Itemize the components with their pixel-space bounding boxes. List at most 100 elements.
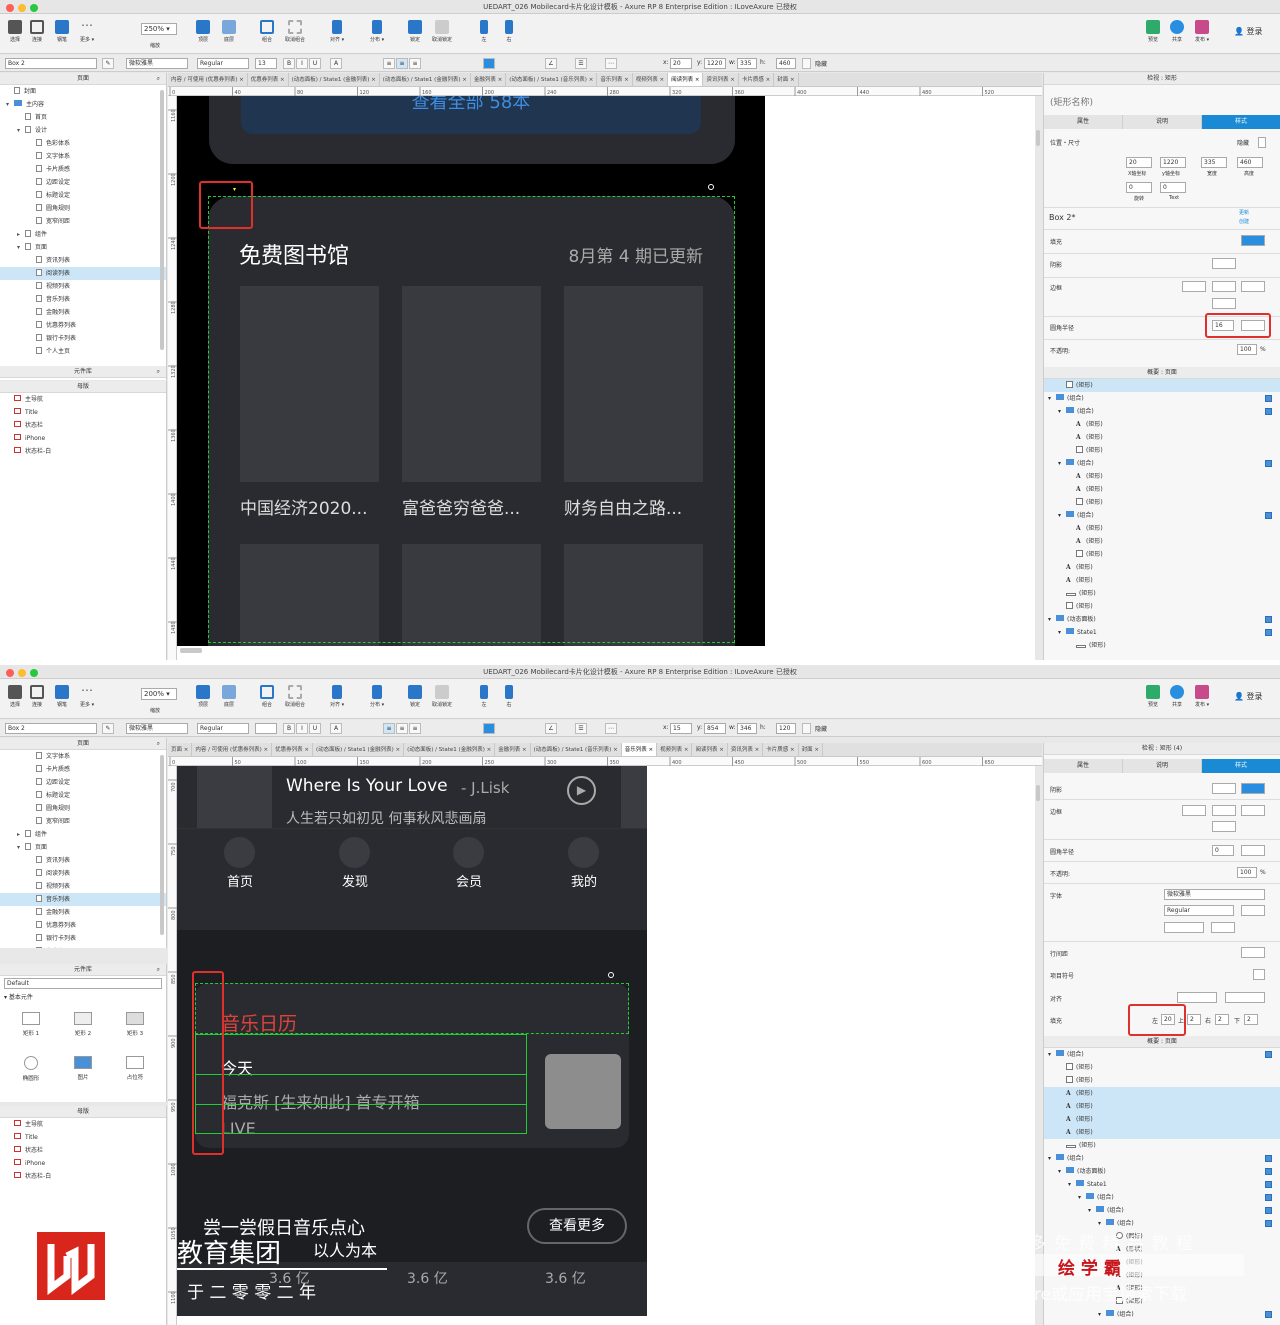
font-weight-select[interactable]: Regular bbox=[1164, 905, 1234, 916]
library-widget[interactable]: 矩形 1 bbox=[8, 1008, 54, 1048]
page-tab[interactable]: 内容 / 可使用 (优惠券列表) × bbox=[192, 743, 273, 756]
page-tab[interactable]: 优惠券列表 × bbox=[248, 73, 289, 86]
publish-button[interactable]: 发布 ▾ bbox=[1195, 20, 1209, 43]
close-tab-icon[interactable]: × bbox=[788, 747, 795, 753]
page-item[interactable]: 银行卡列表 bbox=[0, 332, 166, 345]
page-tab[interactable]: (动态面板) / State1 (金融列表) × bbox=[313, 743, 405, 756]
search-icon[interactable]: ⌕ bbox=[157, 366, 160, 378]
page-item[interactable]: ▸ 组件 bbox=[0, 228, 166, 241]
visibility-toggle[interactable] bbox=[1265, 460, 1272, 467]
now-playing-card[interactable]: Where Is Your Love - J.Lisk 人生若只如初见 何事秋风… bbox=[177, 766, 647, 828]
page-tab[interactable]: 阅读列表 × bbox=[668, 73, 704, 86]
pages-scrollbar[interactable] bbox=[160, 90, 164, 350]
page-tab[interactable]: 资讯列表 × bbox=[703, 73, 739, 86]
page-tab[interactable]: 页面 × bbox=[168, 743, 193, 756]
format-painter-icon[interactable]: ✎ bbox=[102, 723, 114, 734]
page-tab[interactable]: 封面 × bbox=[799, 743, 823, 756]
close-window-button[interactable] bbox=[6, 669, 14, 677]
ungroup-button[interactable]: 取消组合 bbox=[285, 20, 305, 43]
outline-item[interactable]: A (矩形) bbox=[1044, 522, 1280, 535]
minimize-window-button[interactable] bbox=[18, 4, 26, 12]
visibility-toggle[interactable] bbox=[1265, 1207, 1272, 1214]
distribute-button[interactable]: 分布 ▾ bbox=[370, 685, 384, 708]
expand-toggle-icon[interactable]: ▾ bbox=[6, 98, 14, 111]
horizontal-align-buttons[interactable] bbox=[1177, 992, 1217, 1003]
canvas-vscrollbar[interactable] bbox=[1036, 130, 1040, 146]
master-item[interactable]: 主导航 bbox=[0, 393, 166, 406]
text-style-buttons[interactable] bbox=[1164, 922, 1204, 933]
border-style-picker[interactable] bbox=[1241, 281, 1265, 292]
rotate-handle[interactable] bbox=[708, 184, 714, 190]
rotation-input[interactable]: 0 bbox=[1126, 182, 1152, 193]
profile-icon[interactable] bbox=[568, 837, 599, 868]
page-item[interactable]: ▾ 页面 bbox=[0, 841, 166, 854]
border-width-picker[interactable] bbox=[1182, 805, 1206, 816]
close-tab-icon[interactable]: × bbox=[693, 77, 700, 83]
close-tab-icon[interactable]: × bbox=[813, 747, 819, 753]
text-rotation-input[interactable]: 0 bbox=[1160, 182, 1186, 193]
discover-icon[interactable] bbox=[339, 837, 370, 868]
width-input[interactable]: 346 bbox=[737, 723, 757, 734]
library-select[interactable]: Default bbox=[4, 978, 162, 989]
more-tools[interactable]: ⋯ 更多 ▾ bbox=[80, 684, 94, 708]
outline-item[interactable]: ▾ (动态面板) bbox=[1044, 613, 1280, 626]
page-item[interactable]: 优惠券列表 bbox=[0, 319, 166, 332]
vip-icon[interactable] bbox=[453, 837, 484, 868]
expand-toggle-icon[interactable]: ▾ bbox=[1058, 626, 1066, 639]
visibility-toggle[interactable] bbox=[1265, 512, 1272, 519]
corner-select-icon[interactable] bbox=[1241, 845, 1265, 856]
lock-button[interactable]: 锁定 bbox=[408, 20, 422, 43]
outline-item[interactable]: (矩形) bbox=[1044, 548, 1280, 561]
expand-toggle-icon[interactable]: ▾ bbox=[1078, 1191, 1086, 1204]
expand-toggle-icon[interactable]: ▾ bbox=[1058, 405, 1066, 418]
text-color-button[interactable]: A bbox=[330, 723, 342, 734]
outline-item[interactable]: (矩形) bbox=[1044, 1074, 1280, 1087]
expand-toggle-icon[interactable]: ▾ bbox=[17, 241, 25, 254]
close-window-button[interactable] bbox=[6, 4, 14, 12]
page-item[interactable]: 首页 bbox=[0, 111, 166, 124]
view-all-button[interactable]: 查看全部 58本 bbox=[241, 96, 701, 134]
visibility-toggle[interactable] bbox=[1265, 1194, 1272, 1201]
visibility-toggle[interactable] bbox=[1265, 1220, 1272, 1227]
page-item[interactable]: 视频列表 bbox=[0, 880, 166, 893]
outline-item[interactable]: A (矩形) bbox=[1044, 431, 1280, 444]
left-button[interactable]: 左 bbox=[480, 20, 488, 43]
close-tab-icon[interactable]: × bbox=[587, 77, 594, 83]
visibility-toggle[interactable] bbox=[1265, 616, 1272, 623]
page-item[interactable]: 资讯列表 bbox=[0, 254, 166, 267]
canvas-hscrollbar[interactable] bbox=[180, 648, 202, 653]
format-painter-icon[interactable]: ✎ bbox=[102, 58, 114, 69]
close-tab-icon[interactable]: × bbox=[237, 77, 244, 83]
line-color-button[interactable]: ∠ bbox=[545, 723, 557, 734]
expand-toggle-icon[interactable]: ▾ bbox=[1048, 392, 1056, 405]
page-item[interactable]: 宽窄间距 bbox=[0, 215, 166, 228]
zoom-select[interactable]: 200% ▾ bbox=[141, 688, 177, 700]
close-tab-icon[interactable]: × bbox=[262, 747, 269, 753]
master-item[interactable]: 状态栏 bbox=[0, 419, 166, 432]
page-item[interactable]: ▸ 组件 bbox=[0, 828, 166, 841]
send-to-bottom-button[interactable]: 底层 bbox=[222, 685, 236, 708]
italic-button[interactable]: I bbox=[296, 723, 308, 734]
update-style-link[interactable]: 更新 bbox=[1239, 209, 1249, 216]
hidden-checkbox[interactable] bbox=[1258, 137, 1266, 148]
y-input[interactable]: 1220 bbox=[704, 58, 726, 69]
widget-style-select[interactable]: Box 2 bbox=[5, 723, 97, 734]
expand-toggle-icon[interactable]: ▾ bbox=[1058, 457, 1066, 470]
group-button[interactable]: 组合 bbox=[260, 20, 274, 43]
line-style-button[interactable]: ⋯ bbox=[605, 723, 617, 734]
close-tab-icon[interactable]: × bbox=[611, 747, 618, 753]
pages-scrollbar[interactable] bbox=[160, 755, 164, 935]
page-tab[interactable]: 视频列表 × bbox=[657, 743, 693, 756]
outline-item[interactable]: A (矩形) bbox=[1044, 535, 1280, 548]
line-width-button[interactable]: ☰ bbox=[575, 723, 587, 734]
height-input[interactable]: 460 bbox=[776, 58, 796, 69]
create-style-link[interactable]: 创建 bbox=[1239, 218, 1249, 225]
outline-item[interactable]: ▾ State1 bbox=[1044, 626, 1280, 639]
tab-notes[interactable]: 说明 bbox=[1123, 759, 1202, 773]
outline-item[interactable]: A (矩形) bbox=[1044, 561, 1280, 574]
zoom-select[interactable]: 250% ▾ bbox=[141, 23, 177, 35]
outline-item[interactable]: ▾ (组合) bbox=[1044, 392, 1280, 405]
outline-item[interactable]: A (矩形) bbox=[1044, 1100, 1280, 1113]
distribute-button[interactable]: 分布 ▾ bbox=[370, 20, 384, 43]
page-tab[interactable]: 金融列表 × bbox=[471, 73, 507, 86]
